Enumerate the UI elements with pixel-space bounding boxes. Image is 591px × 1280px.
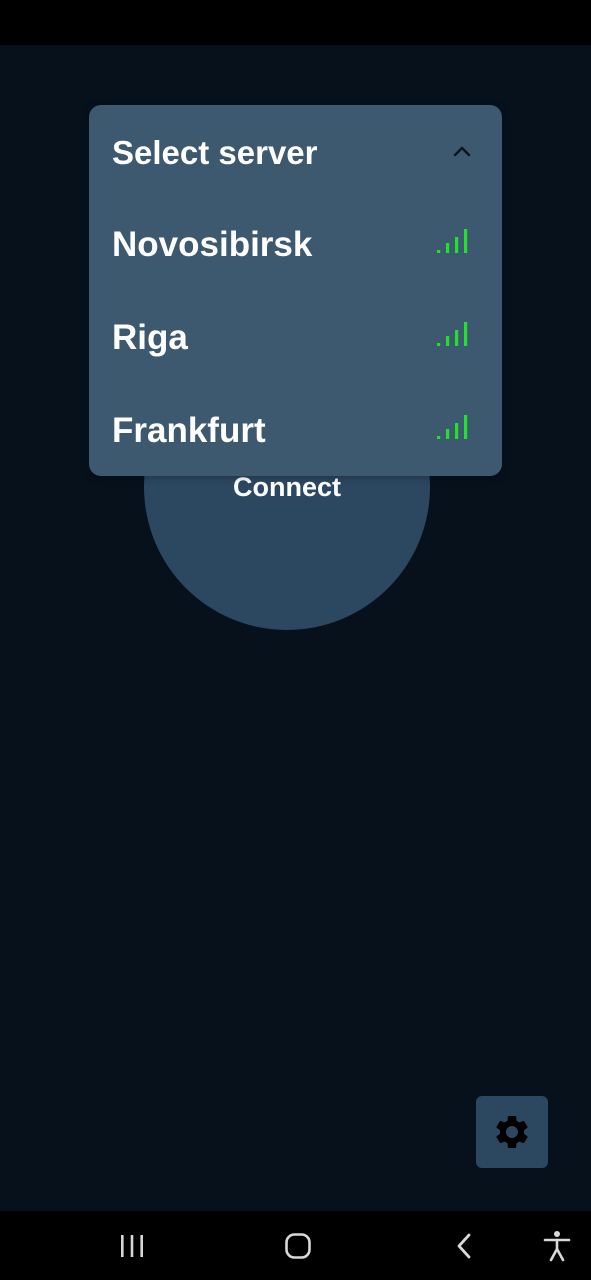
back-icon	[457, 1233, 471, 1258]
accessibility-icon	[543, 1230, 571, 1261]
server-item-riga[interactable]: Riga	[89, 291, 502, 384]
server-item-novosibirsk[interactable]: Novosibirsk	[89, 198, 502, 291]
nav-home-button[interactable]	[266, 1211, 330, 1280]
server-name: Novosibirsk	[112, 225, 313, 264]
signal-strength-icon	[437, 229, 468, 253]
nav-back-button[interactable]	[432, 1211, 496, 1280]
server-dropdown: Select server Novosibirsk Riga Frankfurt	[89, 105, 502, 476]
server-dropdown-title: Select server	[112, 134, 318, 171]
server-name: Frankfurt	[112, 411, 266, 450]
nav-accessibility-button[interactable]	[532, 1211, 582, 1280]
chevron-up-icon	[453, 146, 471, 157]
server-name: Riga	[112, 318, 188, 357]
server-item-frankfurt[interactable]: Frankfurt	[89, 384, 502, 477]
signal-strength-icon	[437, 322, 468, 346]
status-bar	[0, 0, 591, 45]
signal-strength-icon	[437, 415, 468, 439]
nav-recents-button[interactable]	[100, 1211, 164, 1280]
recent-apps-icon	[121, 1234, 143, 1257]
system-navigation-bar	[0, 1211, 591, 1280]
gear-icon	[496, 1116, 528, 1148]
server-dropdown-header[interactable]: Select server	[89, 105, 502, 198]
settings-button[interactable]	[476, 1096, 548, 1168]
home-icon	[285, 1232, 311, 1259]
